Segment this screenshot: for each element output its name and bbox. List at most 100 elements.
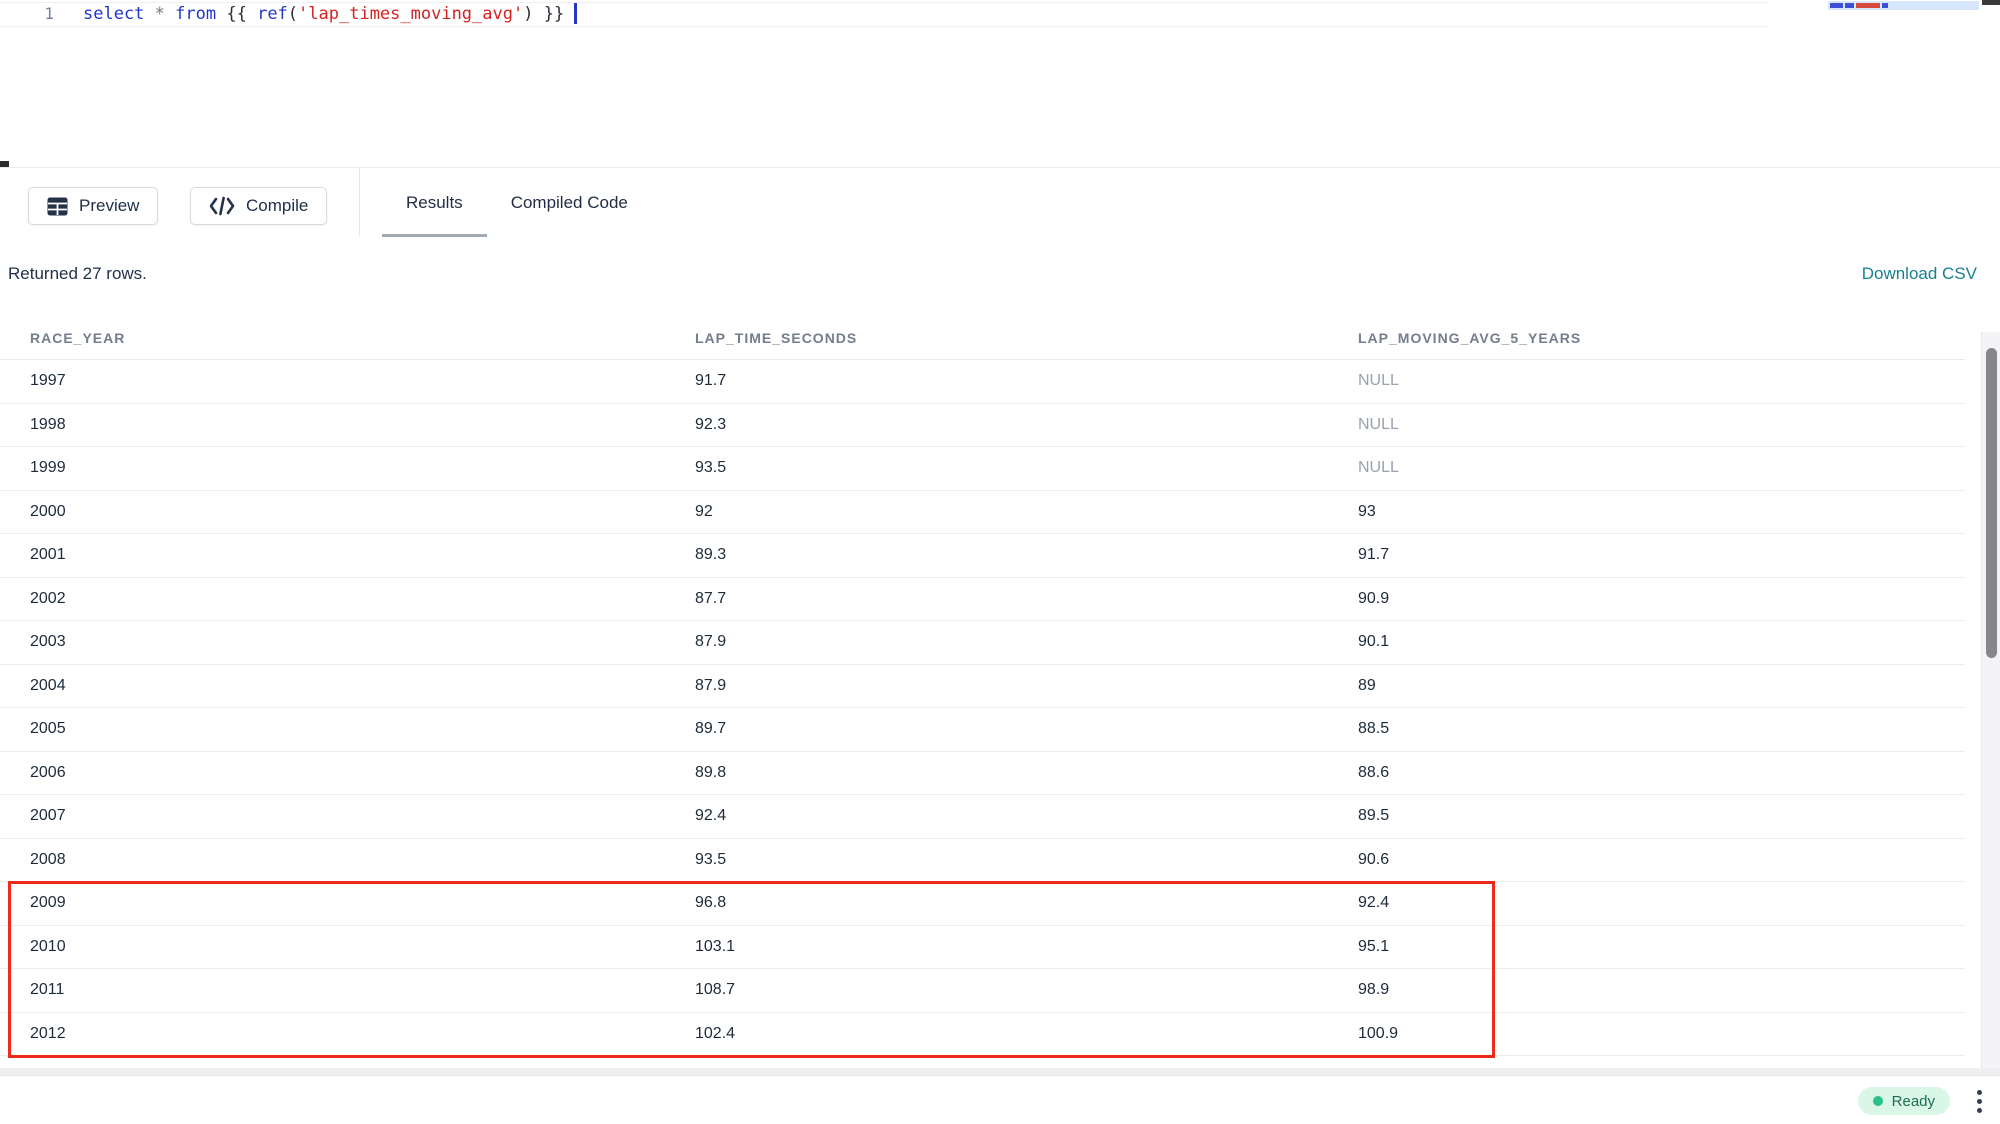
- editor-scrollbar-thumb[interactable]: [1982, 0, 2000, 5]
- table-cell: 100.9: [1328, 1013, 1965, 1056]
- table-cell: 96.8: [665, 882, 1328, 925]
- code-editor[interactable]: 1 select * from {{ ref('lap_times_moving…: [0, 0, 2000, 167]
- table-row: 200792.489.5: [0, 795, 1965, 839]
- row-count-summary: Returned 27 rows.: [8, 264, 147, 284]
- table-cell: 91.7: [1328, 534, 1965, 577]
- table-cell: 89.5: [1328, 795, 1965, 838]
- results-toolbar: Preview Compile Results Compiled Code: [0, 167, 2000, 237]
- table-cell: 89.8: [665, 752, 1328, 795]
- table-cell: 92.3: [665, 404, 1328, 447]
- table-cell: 92: [665, 491, 1328, 534]
- compile-button-label: Compile: [246, 196, 308, 216]
- table-cell: 88.5: [1328, 708, 1965, 751]
- table-cell: 108.7: [665, 969, 1328, 1012]
- table-row: 199993.5NULL: [0, 447, 1965, 491]
- table-row: 200996.892.4: [0, 882, 1965, 926]
- table-row: 200893.590.6: [0, 839, 1965, 883]
- table-cell: 2000: [0, 491, 665, 534]
- column-header: RACE_YEAR: [0, 330, 665, 359]
- code-token: select: [83, 4, 144, 24]
- table-cell: 89.3: [665, 534, 1328, 577]
- code-token: [165, 4, 175, 24]
- table-row: 200589.788.5: [0, 708, 1965, 752]
- table-cell: 2011: [0, 969, 665, 1012]
- table-cell: 87.7: [665, 578, 1328, 621]
- text-cursor: [574, 3, 577, 24]
- table-cell: 2002: [0, 578, 665, 621]
- table-row: 200287.790.9: [0, 578, 1965, 622]
- minimap-code-marks: [1830, 3, 1894, 8]
- table-cell: 2004: [0, 665, 665, 708]
- code-line-content: select * from {{ ref('lap_times_moving_a…: [83, 4, 574, 24]
- table-cell: 87.9: [665, 665, 1328, 708]
- table-row: 199892.3NULL: [0, 404, 1965, 448]
- table-cell: NULL: [1328, 404, 1965, 447]
- code-token: ref: [257, 4, 288, 24]
- results-tabs: Results Compiled Code: [382, 168, 652, 238]
- line-number: 1: [30, 4, 54, 23]
- column-header: LAP_TIME_SECONDS: [665, 330, 1328, 359]
- results-panel: Returned 27 rows. Download CSV RACE_YEAR…: [0, 237, 2000, 1075]
- table-cell: 88.6: [1328, 752, 1965, 795]
- results-table: RACE_YEARLAP_TIME_SECONDSLAP_MOVING_AVG_…: [0, 330, 1965, 1056]
- table-cell: 1997: [0, 360, 665, 403]
- table-cell: 91.7: [665, 360, 1328, 403]
- table-row: 199791.7NULL: [0, 360, 1965, 404]
- table-grid-icon: [47, 197, 68, 216]
- code-token: 'lap_times_moving_avg': [298, 4, 523, 24]
- download-csv-link[interactable]: Download CSV: [1862, 264, 1977, 284]
- table-row: 200387.990.1: [0, 621, 1965, 665]
- table-cell: 2001: [0, 534, 665, 577]
- tab-compiled-code[interactable]: Compiled Code: [487, 168, 652, 238]
- tab-results[interactable]: Results: [382, 168, 487, 238]
- compile-button[interactable]: Compile: [190, 187, 327, 225]
- table-cell: 102.4: [665, 1013, 1328, 1056]
- preview-button-label: Preview: [79, 196, 139, 216]
- code-line[interactable]: select * from {{ ref('lap_times_moving_a…: [83, 3, 577, 26]
- table-header-row: RACE_YEARLAP_TIME_SECONDSLAP_MOVING_AVG_…: [0, 330, 1965, 360]
- table-row: 200487.989: [0, 665, 1965, 709]
- kebab-menu-icon[interactable]: [1971, 1085, 1987, 1117]
- table-cell: 2006: [0, 752, 665, 795]
- table-cell: 90.1: [1328, 621, 1965, 664]
- table-cell: 93.5: [665, 447, 1328, 490]
- table-cell: 92.4: [665, 795, 1328, 838]
- table-cell: 95.1: [1328, 926, 1965, 969]
- toolbar-divider: [359, 168, 360, 238]
- table-cell: 1999: [0, 447, 665, 490]
- table-row: 2011108.798.9: [0, 969, 1965, 1013]
- table-row: 200189.391.7: [0, 534, 1965, 578]
- results-meta-row: Returned 27 rows. Download CSV: [8, 264, 1977, 284]
- table-cell: 2008: [0, 839, 665, 882]
- code-token: [144, 4, 154, 24]
- code-token: from: [175, 4, 216, 24]
- table-cell: 87.9: [665, 621, 1328, 664]
- table-cell: 89: [1328, 665, 1965, 708]
- preview-button[interactable]: Preview: [28, 187, 158, 225]
- table-cell: 2010: [0, 926, 665, 969]
- horizontal-scrollbar-track[interactable]: [0, 1068, 2000, 1075]
- table-cell: 93.5: [665, 839, 1328, 882]
- code-token: {{: [216, 4, 257, 24]
- status-badge-label: Ready: [1892, 1093, 1935, 1110]
- vertical-scrollbar-track[interactable]: [1981, 332, 2000, 1075]
- table-cell: 1998: [0, 404, 665, 447]
- code-token: }}: [533, 4, 574, 24]
- status-badge: Ready: [1858, 1087, 1950, 1115]
- table-cell: 90.9: [1328, 578, 1965, 621]
- column-header: LAP_MOVING_AVG_5_YEARS: [1328, 330, 1965, 359]
- table-row: 20009293: [0, 491, 1965, 535]
- code-token: *: [155, 4, 165, 24]
- table-row: 2012102.4100.9: [0, 1013, 1965, 1057]
- vertical-scrollbar-thumb[interactable]: [1986, 348, 1997, 658]
- table-cell: 103.1: [665, 926, 1328, 969]
- table-row: 2010103.195.1: [0, 926, 1965, 970]
- table-body: 199791.7NULL199892.3NULL199993.5NULL2000…: [0, 360, 1965, 1056]
- table-cell: 93: [1328, 491, 1965, 534]
- table-cell: 2005: [0, 708, 665, 751]
- editor-minimap[interactable]: [1828, 1, 1979, 10]
- code-icon: [209, 196, 235, 216]
- table-cell: 98.9: [1328, 969, 1965, 1012]
- status-dot-icon: [1873, 1096, 1883, 1106]
- table-cell: NULL: [1328, 360, 1965, 403]
